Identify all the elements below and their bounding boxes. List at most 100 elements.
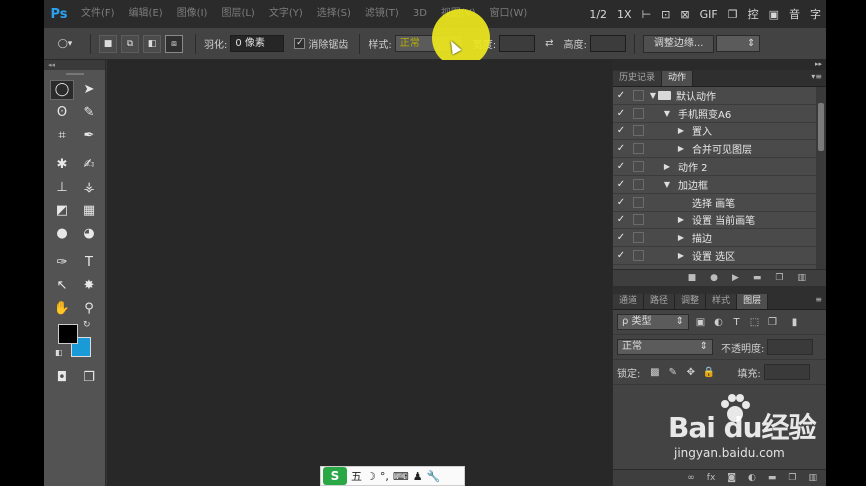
action-row[interactable]: ✓ ▶ 置入 xyxy=(613,123,826,141)
record-icon[interactable]: ● xyxy=(710,273,718,283)
eyedropper-icon[interactable]: ✒ xyxy=(77,126,101,146)
frame-icon[interactable]: ▣ xyxy=(764,8,784,21)
group-icon[interactable]: ▬ xyxy=(768,473,777,483)
action-row[interactable]: ✓ ▶ 动作 2 xyxy=(613,158,826,176)
sogou-logo[interactable]: S xyxy=(323,467,347,485)
type-icon[interactable]: T xyxy=(77,253,101,273)
action-enabled-check[interactable]: ✓ xyxy=(613,161,629,172)
menu-type[interactable]: 文字(Y) xyxy=(262,0,310,28)
new-layer-icon[interactable]: ❐ xyxy=(788,473,796,483)
new-selection-icon[interactable]: ■ xyxy=(99,34,117,53)
tab-layers[interactable]: 图层 xyxy=(737,294,769,309)
pen-icon[interactable]: ✑ xyxy=(50,253,74,273)
action-enabled-check[interactable]: ✓ xyxy=(613,143,629,154)
action-enabled-check[interactable]: ✓ xyxy=(613,108,629,119)
crop-icon[interactable]: ⊢ xyxy=(637,8,657,21)
actions-scrollbar[interactable] xyxy=(816,87,826,269)
fx-icon[interactable]: fx xyxy=(707,473,716,483)
zoom-icon[interactable]: ⚲ xyxy=(77,299,101,319)
punctuation-icon[interactable]: °, xyxy=(380,470,389,483)
menu-image[interactable]: 图像(I) xyxy=(170,0,215,28)
menu-file[interactable]: 文件(F) xyxy=(74,0,122,28)
workspace-select[interactable]: ⇕ xyxy=(716,35,761,52)
menu-3d[interactable]: 3D xyxy=(406,0,434,28)
collapsed-arrow-icon[interactable]: ▶ xyxy=(676,251,686,260)
action-row[interactable]: ✓ ▼ 手机照变A6 xyxy=(613,105,826,123)
subtitle-button[interactable]: 字 xyxy=(805,6,826,22)
collapsed-arrow-icon[interactable]: ▶ xyxy=(676,144,686,153)
new-set-icon[interactable]: ▬ xyxy=(753,273,762,283)
elliptical-marquee-preset-icon[interactable]: ◯▾ xyxy=(52,35,78,53)
foreground-color-swatch[interactable] xyxy=(58,324,78,344)
collapsed-arrow-icon[interactable]: ▶ xyxy=(676,233,686,242)
brush-icon[interactable]: ✍ xyxy=(77,155,101,175)
delete-layer-icon[interactable]: ▥ xyxy=(808,473,817,483)
quick-mask-icon[interactable]: ◘ xyxy=(50,368,74,388)
expanded-arrow-icon[interactable]: ▼ xyxy=(662,109,672,118)
action-enabled-check[interactable]: ✓ xyxy=(613,179,629,190)
screen-mode-icon[interactable]: ❐ xyxy=(77,368,101,388)
document-canvas-area[interactable] xyxy=(107,60,612,486)
mask-icon[interactable]: ◙ xyxy=(727,473,736,483)
eraser-icon[interactable]: ◩ xyxy=(50,201,74,221)
collapsed-arrow-icon[interactable]: ▶ xyxy=(662,162,672,171)
path-selection-icon[interactable]: ↖ xyxy=(50,276,74,296)
quick-selection-icon[interactable]: ✎ xyxy=(77,103,101,123)
delete-icon[interactable]: ▥ xyxy=(797,273,806,283)
action-dialog-toggle[interactable] xyxy=(633,178,644,190)
control-button[interactable]: 控 xyxy=(743,6,764,22)
width-input[interactable] xyxy=(499,35,536,52)
action-dialog-toggle[interactable] xyxy=(633,89,644,101)
collapsed-arrow-icon[interactable]: ▶ xyxy=(676,126,686,135)
menu-filter[interactable]: 滤镜(T) xyxy=(358,0,406,28)
height-input[interactable] xyxy=(589,35,626,52)
action-dialog-toggle[interactable] xyxy=(633,161,644,173)
action-dialog-toggle[interactable] xyxy=(633,107,644,119)
play-icon[interactable]: ▶ xyxy=(732,273,739,283)
filter-adjustment-icon[interactable]: ◐ xyxy=(712,317,725,328)
crop-icon[interactable]: ⌗ xyxy=(50,126,74,146)
keyboard-icon[interactable]: ⌨ xyxy=(393,470,409,483)
tools-grip[interactable] xyxy=(44,70,105,78)
action-row[interactable]: ✓ ▶ 设置 当前画笔 xyxy=(613,212,826,230)
blur-icon[interactable]: ● xyxy=(50,224,74,244)
new-action-icon[interactable]: ❐ xyxy=(775,273,783,283)
healing-brush-icon[interactable]: ✱ xyxy=(50,155,74,175)
swap-colors-icon[interactable]: ↻ xyxy=(83,320,91,330)
hand-icon[interactable]: ✋ xyxy=(50,299,74,319)
tools-collapse-icon[interactable]: ◂◂ xyxy=(44,60,105,70)
menu-window[interactable]: 窗口(W) xyxy=(483,0,535,28)
lock-transparent-icon[interactable]: ▩ xyxy=(648,367,661,378)
ime-wubi-mode[interactable]: 五 xyxy=(351,468,362,484)
refine-edge-button[interactable]: 调整边缘... xyxy=(642,34,715,53)
tab-history[interactable]: 历史记录 xyxy=(613,71,663,86)
action-dialog-toggle[interactable] xyxy=(633,143,644,155)
subtract-selection-icon[interactable]: ◧ xyxy=(143,34,161,53)
action-dialog-toggle[interactable] xyxy=(633,125,644,137)
fit-icon[interactable]: ⊡ xyxy=(656,8,675,21)
panel-menu-icon[interactable]: ▾≡ xyxy=(811,72,822,81)
gif-button[interactable]: GIF xyxy=(695,8,723,21)
lock-pixels-icon[interactable]: ✎ xyxy=(666,367,679,378)
gradient-icon[interactable]: ▦ xyxy=(77,201,101,221)
history-brush-icon[interactable]: ⚶ xyxy=(77,178,101,198)
blend-mode-select[interactable]: 正常 ⇕ xyxy=(617,339,713,355)
window-icon[interactable]: ❐ xyxy=(723,8,743,21)
shape-icon[interactable]: ✸ xyxy=(77,276,101,296)
antialias-checkbox[interactable]: ✓ xyxy=(294,38,306,49)
lock-position-icon[interactable]: ✥ xyxy=(684,367,697,378)
audio-button[interactable]: 音 xyxy=(784,6,805,22)
adjustment-layer-icon[interactable]: ◐ xyxy=(748,473,756,483)
action-enabled-check[interactable]: ✓ xyxy=(613,250,629,261)
link-icon[interactable]: ∞ xyxy=(687,473,695,483)
collapsed-arrow-icon[interactable]: ▶ xyxy=(676,215,686,224)
expanded-arrow-icon[interactable]: ▼ xyxy=(648,91,658,100)
action-row[interactable]: ✓ ▶ 设置 选区 xyxy=(613,247,826,265)
menu-view[interactable]: 视图(V) xyxy=(434,0,483,28)
dodge-icon[interactable]: ◕ xyxy=(77,224,101,244)
action-dialog-toggle[interactable] xyxy=(633,196,644,208)
tab-paths[interactable]: 路径 xyxy=(644,294,676,309)
action-row[interactable]: ✓ ▶ 描边 xyxy=(613,229,826,248)
action-row[interactable]: ✓ 选择 画笔 xyxy=(613,194,826,212)
default-colors-icon[interactable]: ◧ xyxy=(55,348,63,357)
